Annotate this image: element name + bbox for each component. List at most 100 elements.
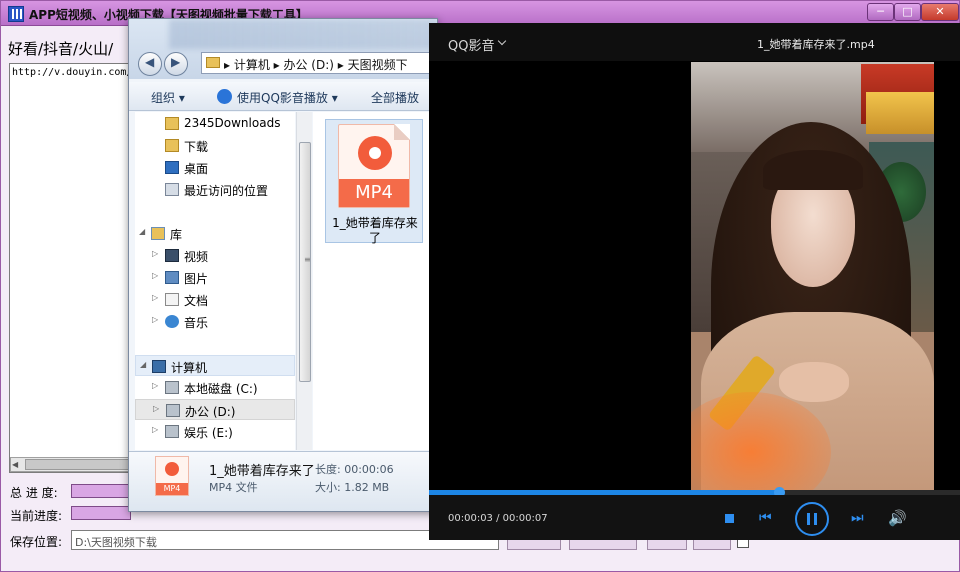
link-label: 好看/抖音/火山/ bbox=[8, 40, 114, 58]
video-subject-hands bbox=[779, 362, 849, 402]
nav-item-label: 办公 (D:) bbox=[185, 405, 236, 419]
organize-menu[interactable]: 组织 ▾ bbox=[151, 89, 185, 106]
file-item[interactable]: MP4 1_她带着库存来了 bbox=[325, 119, 423, 245]
nav-item-label: 库 bbox=[170, 228, 183, 242]
blurred-title-area bbox=[169, 19, 437, 49]
url-textarea[interactable]: http://v.douyin.com/ bbox=[9, 63, 131, 473]
address-bar[interactable]: ▸ 计算机 ▸ 办公 (D:) ▸ 天图视频下 bbox=[201, 52, 437, 74]
film-reel-icon bbox=[165, 462, 179, 476]
expand-right-icon[interactable]: ▷ bbox=[153, 404, 159, 413]
explorer-title-bar[interactable]: ◀ ▶ ▸ 计算机 ▸ 办公 (D:) ▸ 天图视频下 bbox=[129, 19, 437, 79]
stop-icon[interactable] bbox=[725, 514, 734, 523]
total-progress-bar bbox=[71, 484, 131, 498]
previous-icon[interactable]: ⏮ bbox=[759, 510, 772, 526]
drive-c-icon bbox=[165, 381, 179, 394]
drive-d-icon bbox=[166, 404, 180, 417]
navigation-pane: 2345Downloads 下载 桌面 最近访问的位置 ◢ 库 ▷ 视频 ▷ 图… bbox=[135, 112, 295, 450]
total-progress-label: 总 进 度: bbox=[10, 486, 58, 500]
library-icon bbox=[151, 227, 165, 240]
download-folder-icon bbox=[165, 139, 179, 152]
close-button[interactable]: ✕ bbox=[921, 3, 959, 21]
file-name: 1_她带着库存来了 bbox=[332, 216, 418, 245]
video-scene-light bbox=[866, 92, 934, 134]
qq-player-icon bbox=[217, 89, 232, 104]
player-menu[interactable]: QQ影音 bbox=[448, 35, 494, 54]
navigation-scrollbar[interactable]: ≡ bbox=[296, 112, 312, 450]
nav-item-label: 本地磁盘 (C:) bbox=[184, 382, 258, 396]
expand-right-icon[interactable]: ▷ bbox=[152, 271, 158, 280]
nav-item-music[interactable]: ▷ 音乐 bbox=[135, 311, 295, 332]
music-library-icon bbox=[165, 315, 179, 328]
forward-button[interactable]: ▶ bbox=[164, 52, 188, 76]
expand-right-icon[interactable]: ▷ bbox=[152, 293, 158, 302]
nav-item-label: 娱乐 (E:) bbox=[184, 426, 233, 440]
scroll-left-arrow-icon[interactable]: ◀ bbox=[12, 460, 18, 469]
nav-item-documents[interactable]: ▷ 文档 bbox=[135, 289, 295, 310]
maximize-button[interactable]: □ bbox=[894, 3, 921, 21]
page-fold-icon bbox=[394, 124, 410, 140]
expand-down-icon[interactable]: ◢ bbox=[140, 360, 146, 369]
expand-down-icon[interactable]: ◢ bbox=[139, 227, 145, 236]
save-location-label: 保存位置: bbox=[10, 535, 63, 549]
back-button[interactable]: ◀ bbox=[138, 52, 162, 76]
pictures-library-icon bbox=[165, 271, 179, 284]
details-file-type: MP4 文件 bbox=[209, 481, 258, 494]
scrollbar-thumb[interactable] bbox=[25, 459, 129, 470]
nav-item-drive-e[interactable]: ▷ 娱乐 (E:) bbox=[135, 421, 295, 442]
expand-right-icon[interactable]: ▷ bbox=[152, 425, 158, 434]
scrollbar-thumb[interactable]: ≡ bbox=[299, 142, 311, 382]
nav-item-computer[interactable]: ◢ 计算机 bbox=[135, 355, 295, 376]
pause-icon[interactable] bbox=[795, 502, 829, 536]
expand-right-icon[interactable]: ▷ bbox=[152, 381, 158, 390]
desktop-icon bbox=[165, 161, 179, 174]
details-length: 长度: 00:00:06 bbox=[315, 463, 394, 476]
nav-item-videos[interactable]: ▷ 视频 bbox=[135, 245, 295, 266]
chevron-down-icon[interactable] bbox=[497, 36, 507, 46]
mp4-badge: MP4 bbox=[339, 179, 409, 207]
explorer-toolbar: 组织 ▾ 使用QQ影音播放 ▾ 全部播放 bbox=[129, 82, 437, 111]
details-file-name: 1_她带着库存来了 bbox=[209, 464, 315, 479]
mp4-file-icon: MP4 bbox=[338, 124, 410, 208]
playback-time: 00:00:03 / 00:00:07 bbox=[448, 513, 548, 524]
next-icon[interactable]: ⏭ bbox=[851, 510, 864, 526]
qq-player-window: QQ影音 1_她带着库存来了.mp4 00:00:03 / 00:00:07 ⏮… bbox=[429, 23, 960, 540]
nav-item-label: 2345Downloads bbox=[184, 116, 281, 130]
nav-item-label: 音乐 bbox=[184, 316, 209, 330]
explorer-window: ◀ ▶ ▸ 计算机 ▸ 办公 (D:) ▸ 天图视频下 组织 ▾ 使用QQ影音播… bbox=[128, 18, 438, 512]
url-horizontal-scrollbar[interactable]: ◀ bbox=[10, 457, 131, 472]
recent-places-icon bbox=[165, 183, 179, 196]
nav-item-desktop[interactable]: 桌面 bbox=[135, 157, 295, 178]
nav-item-label: 桌面 bbox=[184, 162, 209, 176]
minimize-button[interactable]: ─ bbox=[867, 3, 894, 21]
play-all-button[interactable]: 全部播放 bbox=[371, 89, 419, 106]
nav-item-2345downloads[interactable]: 2345Downloads bbox=[135, 113, 295, 134]
player-title-bar[interactable]: QQ影音 1_她带着库存来了.mp4 bbox=[429, 23, 960, 61]
video-frame[interactable] bbox=[691, 62, 934, 492]
nav-item-recent-places[interactable]: 最近访问的位置 bbox=[135, 179, 295, 200]
nav-item-drive-d[interactable]: ▷ 办公 (D:) bbox=[135, 399, 295, 420]
documents-library-icon bbox=[165, 293, 179, 306]
nav-item-label: 视频 bbox=[184, 250, 209, 264]
nav-item-drive-c[interactable]: ▷ 本地磁盘 (C:) bbox=[135, 377, 295, 398]
film-reel-icon bbox=[358, 136, 392, 170]
nav-item-label: 计算机 bbox=[171, 361, 208, 375]
play-with-qq-button[interactable]: 使用QQ影音播放 ▾ bbox=[237, 89, 338, 106]
nav-item-libraries[interactable]: ◢ 库 bbox=[135, 223, 295, 244]
scrollbar-grip-icon: ≡ bbox=[304, 255, 311, 264]
computer-icon bbox=[152, 360, 166, 373]
mp4-file-icon: MP4 bbox=[155, 456, 189, 496]
expand-right-icon[interactable]: ▷ bbox=[152, 249, 158, 258]
details-size: 大小: 1.82 MB bbox=[315, 481, 390, 494]
url-text: http://v.douyin.com/ bbox=[12, 67, 131, 78]
current-progress-label: 当前进度: bbox=[10, 509, 63, 523]
nav-item-pictures[interactable]: ▷ 图片 bbox=[135, 267, 295, 288]
player-controls: 00:00:03 / 00:00:07 ⏮ ⏭ 🔊 bbox=[429, 495, 960, 540]
nav-item-label: 下载 bbox=[184, 140, 209, 154]
folder-icon bbox=[165, 117, 179, 130]
expand-right-icon[interactable]: ▷ bbox=[152, 315, 158, 324]
nav-item-downloads[interactable]: 下载 bbox=[135, 135, 295, 156]
volume-icon[interactable]: 🔊 bbox=[888, 509, 907, 527]
nav-item-label: 文档 bbox=[184, 294, 209, 308]
app-logo-icon bbox=[8, 6, 24, 22]
video-subject-bangs bbox=[763, 150, 863, 190]
